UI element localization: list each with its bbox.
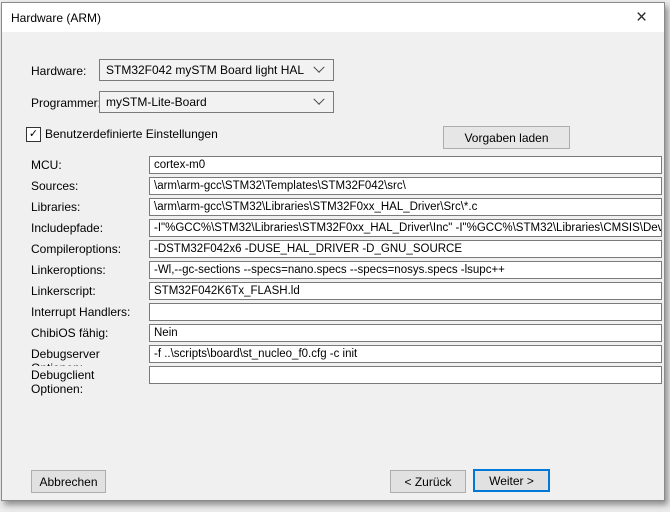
programmer-selected-value: mySTM-Lite-Board [100, 95, 315, 109]
libraries-input[interactable]: \arm\arm-gcc\STM32\Libraries\STM32F0xx_H… [149, 198, 662, 216]
interrupt-handlers-label: Interrupt Handlers: [31, 305, 145, 319]
next-button[interactable]: Weiter > [473, 469, 550, 492]
field-row-compiler-options: Compileroptions: -DSTM32F042x6 -DUSE_HAL… [2, 240, 664, 261]
settings-fields: MCU: cortex-m0 Sources: \arm\arm-gcc\STM… [2, 156, 664, 387]
compiler-options-value: -DSTM32F042x6 -DUSE_HAL_DRIVER -D_GNU_SO… [154, 243, 462, 255]
linker-options-input[interactable]: -Wl,--gc-sections --specs=nano.specs --s… [149, 261, 662, 279]
chevron-down-icon [313, 94, 324, 105]
window-title: Hardware (ARM) [2, 11, 619, 25]
field-row-interrupt-handlers: Interrupt Handlers: [2, 303, 664, 324]
libraries-label: Libraries: [31, 200, 145, 214]
linker-script-label: Linkerscript: [31, 284, 145, 298]
compiler-options-label: Compileroptions: [31, 242, 145, 256]
field-row-sources: Sources: \arm\arm-gcc\STM32\Templates\ST… [2, 177, 664, 198]
dialog-window: Hardware (ARM) × Hardware: STM32F042 myS… [1, 2, 665, 501]
field-row-linker-options: Linkeroptions: -Wl,--gc-sections --specs… [2, 261, 664, 282]
check-icon: ✓ [29, 129, 38, 140]
chibios-capable-input[interactable]: Nein [149, 324, 662, 342]
debugclient-options-input[interactable] [149, 366, 662, 384]
hardware-label: Hardware: [31, 64, 86, 78]
include-paths-label: Includepfade: [31, 221, 145, 235]
linker-script-input[interactable]: STM32F042K6Tx_FLASH.ld [149, 282, 662, 300]
load-defaults-button[interactable]: Vorgaben laden [443, 126, 570, 149]
mcu-label: MCU: [31, 158, 145, 172]
sources-value: \arm\arm-gcc\STM32\Templates\STM32F042\s… [154, 180, 406, 192]
mcu-input[interactable]: cortex-m0 [149, 156, 662, 174]
libraries-value: \arm\arm-gcc\STM32\Libraries\STM32F0xx_H… [154, 201, 477, 213]
mcu-value: cortex-m0 [154, 159, 205, 171]
chevron-down-icon [313, 62, 324, 73]
linker-options-value: -Wl,--gc-sections --specs=nano.specs --s… [154, 264, 505, 276]
custom-settings-checkbox[interactable]: ✓ [26, 127, 41, 142]
load-defaults-label: Vorgaben laden [464, 131, 548, 145]
debugserver-options-value: -f ..\scripts\board\st_nucleo_f0.cfg -c … [154, 348, 357, 360]
hardware-select[interactable]: STM32F042 mySTM Board light HAL [99, 59, 334, 81]
include-paths-input[interactable]: -I"%GCC%\STM32\Libraries\STM32F0xx_HAL_D… [149, 219, 662, 237]
debugclient-options-label: Debugclient Optionen: [31, 368, 145, 396]
chibios-capable-label: ChibiOS fähig: [31, 326, 145, 340]
linker-options-label: Linkeroptions: [31, 263, 145, 277]
programmer-select[interactable]: mySTM-Lite-Board [99, 91, 334, 113]
field-row-include-paths: Includepfade: -I"%GCC%\STM32\Libraries\S… [2, 219, 664, 240]
next-label: Weiter > [489, 474, 534, 488]
debugserver-options-input[interactable]: -f ..\scripts\board\st_nucleo_f0.cfg -c … [149, 345, 662, 363]
close-button[interactable]: × [619, 3, 664, 32]
close-icon: × [636, 8, 647, 27]
interrupt-handlers-input[interactable] [149, 303, 662, 321]
debugserver-options-label: Debugserver Optionen: [31, 347, 145, 366]
field-row-debugclient-options: Debugclient Optionen: [2, 366, 664, 387]
back-button[interactable]: < Zurück [390, 470, 466, 493]
field-row-chibios-capable: ChibiOS fähig: Nein [2, 324, 664, 345]
back-label: < Zurück [404, 475, 451, 489]
sources-input[interactable]: \arm\arm-gcc\STM32\Templates\STM32F042\s… [149, 177, 662, 195]
custom-settings-label: Benutzerdefinierte Einstellungen [45, 127, 218, 141]
programmer-label: Programmer: [31, 96, 101, 110]
include-paths-value: -I"%GCC%\STM32\Libraries\STM32F0xx_HAL_D… [154, 222, 662, 234]
field-row-libraries: Libraries: \arm\arm-gcc\STM32\Libraries\… [2, 198, 664, 219]
titlebar: Hardware (ARM) × [2, 3, 664, 32]
field-row-linker-script: Linkerscript: STM32F042K6Tx_FLASH.ld [2, 282, 664, 303]
cancel-button[interactable]: Abbrechen [31, 470, 106, 493]
hardware-selected-value: STM32F042 mySTM Board light HAL [100, 63, 315, 77]
linker-script-value: STM32F042K6Tx_FLASH.ld [154, 285, 300, 297]
field-row-mcu: MCU: cortex-m0 [2, 156, 664, 177]
cancel-label: Abbrechen [39, 475, 97, 489]
chibios-capable-value: Nein [154, 327, 178, 339]
dialog-body: Hardware: STM32F042 mySTM Board light HA… [2, 32, 664, 500]
compiler-options-input[interactable]: -DSTM32F042x6 -DUSE_HAL_DRIVER -D_GNU_SO… [149, 240, 662, 258]
field-row-debugserver-options: Debugserver Optionen: -f ..\scripts\boar… [2, 345, 664, 366]
sources-label: Sources: [31, 179, 145, 193]
